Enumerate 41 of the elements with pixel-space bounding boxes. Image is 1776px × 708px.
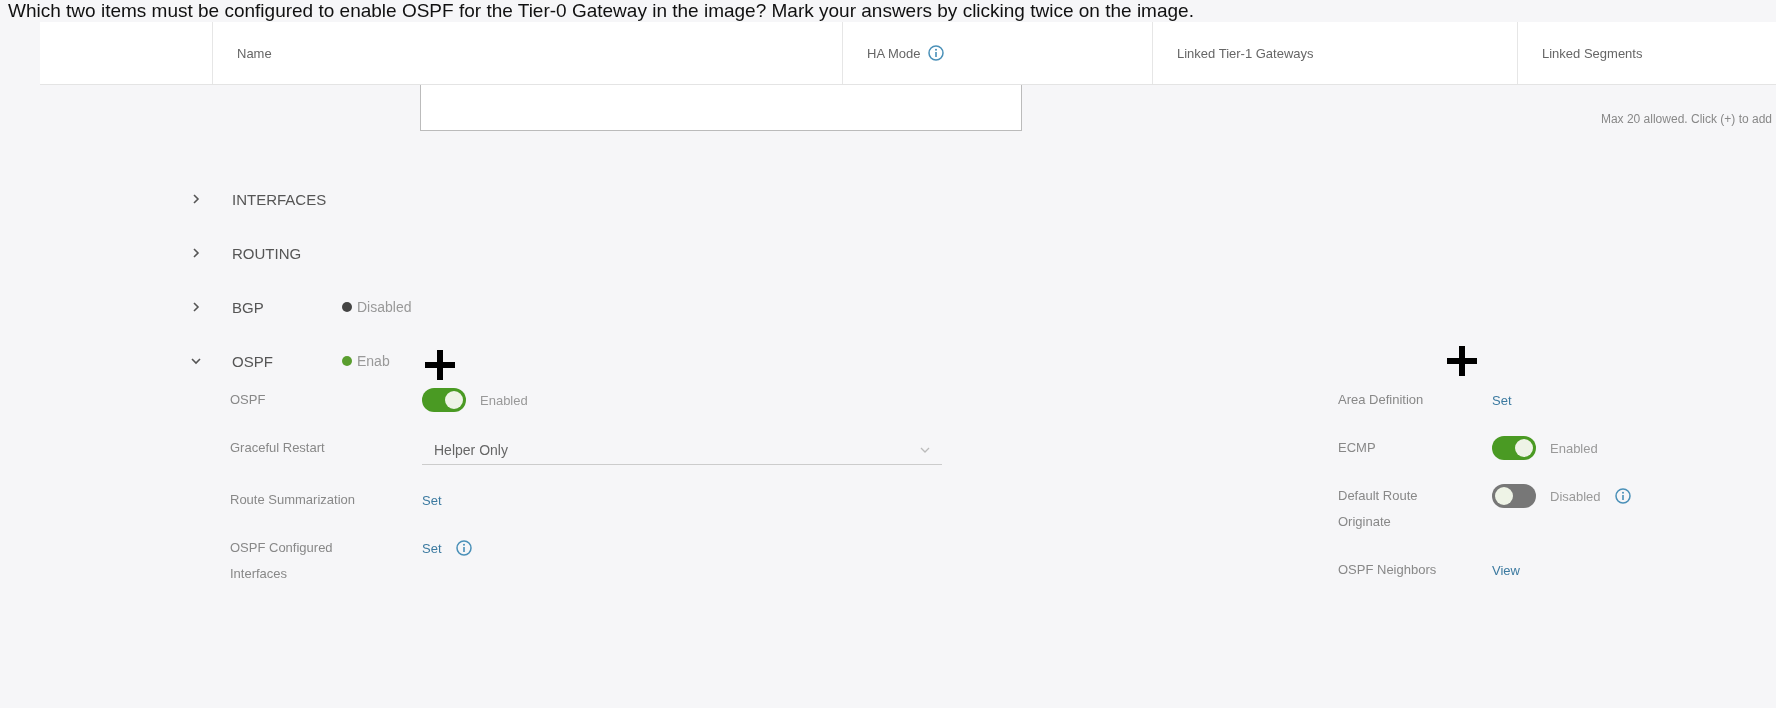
plus-icon bbox=[422, 347, 458, 383]
set-link[interactable]: Set bbox=[422, 540, 442, 556]
set-link[interactable]: Set bbox=[1492, 392, 1512, 408]
column-header[interactable]: Name bbox=[237, 45, 272, 61]
toggle-state: Disabled bbox=[1550, 488, 1601, 504]
toggle-switch[interactable] bbox=[422, 388, 466, 412]
info-icon[interactable] bbox=[928, 45, 945, 61]
section-toggle[interactable]: ROUTING bbox=[232, 244, 342, 262]
section-toggle[interactable]: INTERFACES bbox=[232, 190, 342, 208]
column-header[interactable]: Linked Segments bbox=[1542, 45, 1643, 61]
field-label: OSPF Neighbors bbox=[1338, 561, 1438, 579]
chevron-right-icon[interactable] bbox=[190, 301, 202, 313]
field-label: OSPF Configured Interfaces bbox=[230, 539, 334, 583]
info-icon[interactable] bbox=[455, 540, 472, 556]
section-toggle[interactable]: OSPF bbox=[232, 352, 342, 370]
select-field[interactable]: Helper Only bbox=[422, 435, 942, 465]
chevron-down-icon[interactable] bbox=[190, 355, 202, 367]
status-text: Disabled bbox=[357, 299, 412, 315]
caret-icon bbox=[920, 446, 930, 453]
column-header[interactable]: Linked Tier-1 Gateways bbox=[1177, 45, 1314, 61]
chevron-right-icon[interactable] bbox=[190, 193, 202, 205]
field-label: Route Summarization bbox=[230, 491, 356, 509]
field-label: Area Definition bbox=[1338, 391, 1425, 409]
section-toggle[interactable]: BGP bbox=[232, 298, 342, 316]
toggle-state: Enabled bbox=[1550, 440, 1598, 456]
chevron-right-icon[interactable] bbox=[190, 247, 202, 259]
toggle-switch[interactable] bbox=[1492, 484, 1536, 508]
input-field[interactable] bbox=[420, 85, 1022, 131]
field-label: OSPF bbox=[230, 391, 267, 409]
status-text: Enab bbox=[357, 353, 390, 369]
hint-text: Max 20 allowed. Click (+) to add bbox=[1600, 112, 1772, 126]
set-link[interactable]: Set bbox=[422, 492, 442, 508]
field-label: ECMP bbox=[1338, 439, 1377, 457]
field-label: Graceful Restart bbox=[230, 439, 326, 457]
info-icon[interactable] bbox=[1614, 488, 1631, 504]
question-text: Which two items must be configured to enable OSPF for the Tier-0 Gateway in the image? Mark your answers by clicking twice on the image. bbox=[7, 0, 1195, 22]
field-label: Default Route Originate bbox=[1338, 487, 1419, 531]
toggle-switch[interactable] bbox=[1492, 436, 1536, 460]
column-header[interactable]: HA Mode bbox=[867, 45, 921, 61]
set-link[interactable]: View bbox=[1492, 562, 1520, 578]
toggle-state: Enabled bbox=[480, 392, 528, 408]
